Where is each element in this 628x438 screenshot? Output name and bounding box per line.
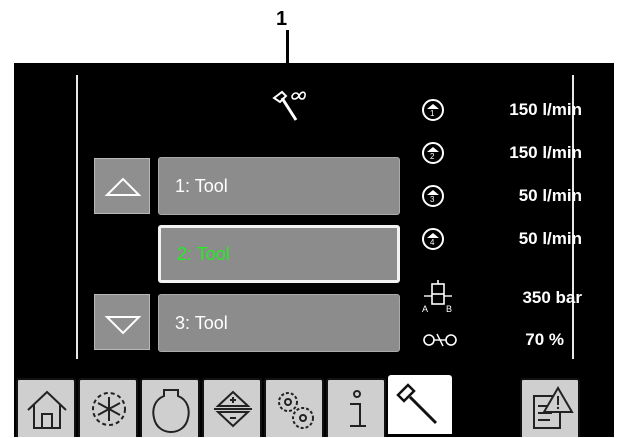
tab-heating-cooling[interactable] (78, 378, 138, 437)
tool-item-2[interactable]: 2: Tool (158, 225, 400, 283)
circuit-1-icon: 1 (422, 99, 444, 121)
home-icon (27, 390, 67, 429)
info-icon (350, 390, 366, 427)
tab-home[interactable] (16, 378, 76, 437)
triangle-down-icon (104, 316, 142, 335)
flow-value: 50 l/min (518, 186, 582, 205)
pressure-value: 350 bar (522, 288, 582, 307)
ratio-row: 70 % (422, 325, 582, 355)
tab-info[interactable] (326, 378, 386, 437)
up-down-arrows-icon (214, 390, 252, 428)
tool-item-label: 3: Tool (175, 312, 228, 333)
tab-tank[interactable] (140, 378, 200, 437)
tool-item-label: 1: Tool (175, 175, 228, 196)
circuit-number: 2 (430, 152, 435, 161)
circuit-number: 4 (430, 238, 435, 247)
flow-value: 150 l/min (509, 143, 582, 162)
flow-value: 50 l/min (518, 229, 582, 248)
flow-row-1: 1 150 l/min (422, 95, 582, 125)
flow-row-4: 4 50 l/min (422, 224, 582, 254)
cylinder-pressure-icon: A B (422, 280, 454, 316)
tab-settings[interactable] (264, 378, 324, 437)
port-a-label: A (422, 304, 429, 314)
flow-ratio-icon (423, 333, 457, 347)
hammer-icon (396, 383, 438, 425)
callout-number: 1 (276, 8, 288, 30)
gears-icon (278, 392, 314, 429)
circuit-2-icon: 2 (422, 142, 444, 164)
hammer-infinity-icon (272, 90, 306, 121)
tool-item-label: 2: Tool (177, 243, 230, 264)
tab-up-down[interactable] (202, 378, 262, 437)
circuit-number: 1 (430, 109, 435, 118)
scroll-down-button[interactable] (94, 294, 150, 350)
warning-notes-icon (533, 386, 574, 429)
tab-alarms[interactable] (520, 378, 580, 437)
circuit-3-icon: 3 (422, 185, 444, 207)
scroll-up-button[interactable] (94, 158, 150, 214)
tab-tools[interactable] (388, 375, 452, 434)
flow-value: 150 l/min (509, 100, 582, 119)
snowflake-gear-icon (92, 392, 126, 426)
circuit-4-icon: 4 (422, 228, 444, 250)
flow-row-2: 2 150 l/min (422, 138, 582, 168)
pressure-row: A B 350 bar (422, 278, 582, 318)
circuit-number: 3 (430, 195, 435, 204)
ratio-value: 70 % (525, 330, 564, 349)
flow-row-3: 3 50 l/min (422, 181, 582, 211)
tool-item-1[interactable]: 1: Tool (158, 157, 400, 215)
left-frame-line (76, 75, 78, 359)
port-b-label: B (446, 304, 453, 314)
tank-icon (152, 389, 190, 434)
tool-item-3[interactable]: 3: Tool (158, 294, 400, 352)
triangle-up-icon (104, 177, 142, 196)
